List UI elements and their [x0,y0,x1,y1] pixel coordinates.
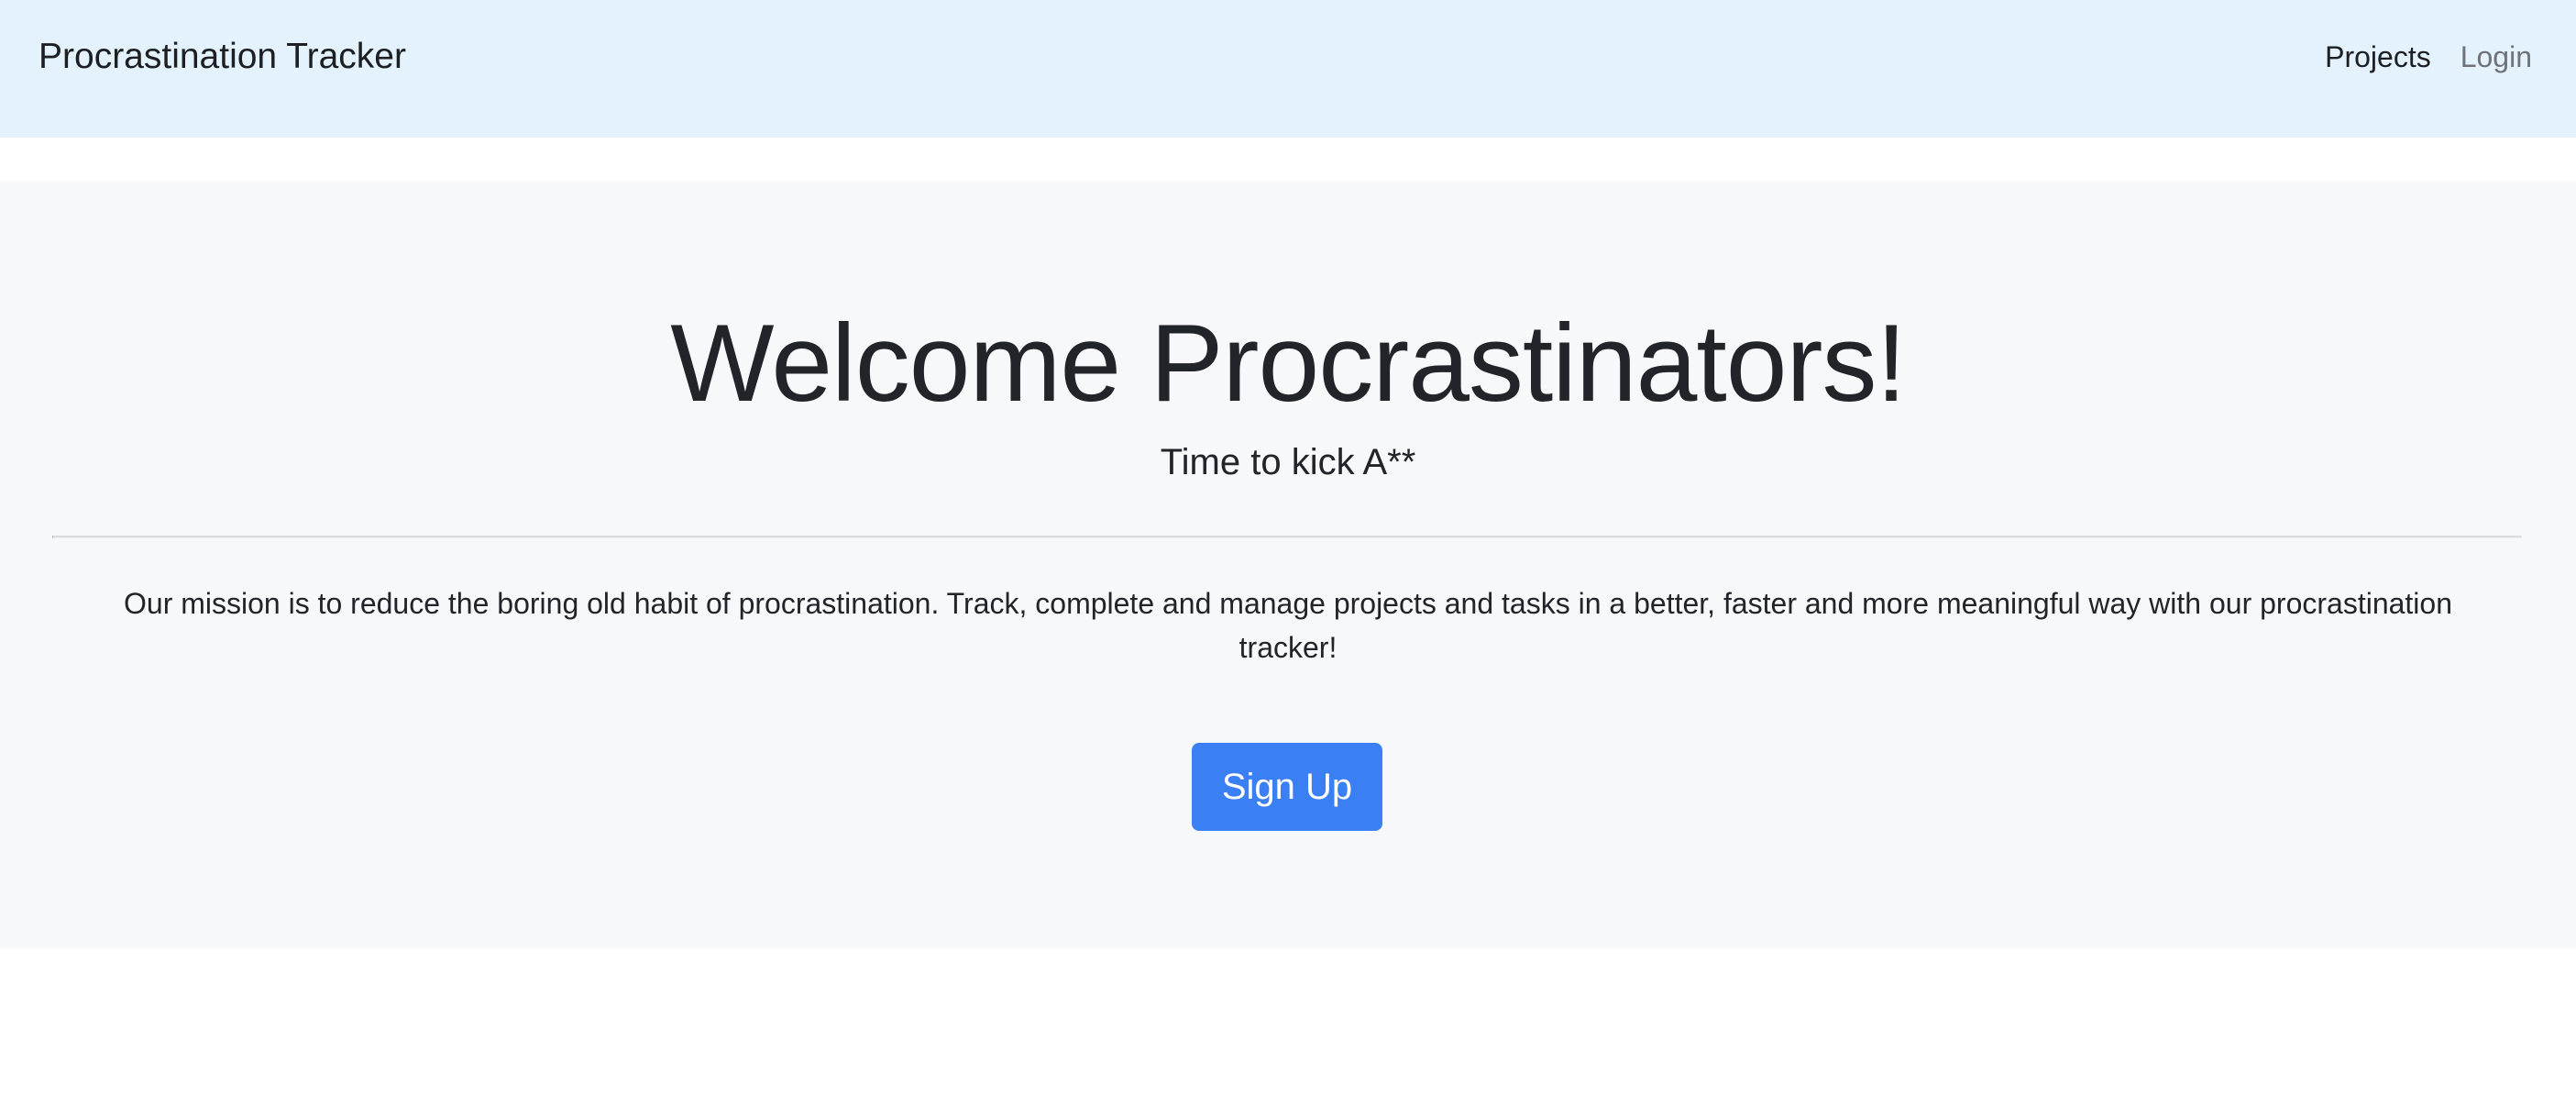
nav-link-login[interactable]: Login [2446,33,2547,81]
hero-section: Welcome Procrastinators! Time to kick A*… [0,182,2576,948]
hero-subtitle: Time to kick A** [1160,442,1416,482]
nav-links: Projects Login [2310,33,2547,81]
navbar: Procrastination Tracker Projects Login [0,0,2576,138]
sign-up-button[interactable]: Sign Up [1192,743,1382,831]
hero-title: Welcome Procrastinators! [670,302,1907,425]
brand-link[interactable]: Procrastination Tracker [39,33,406,81]
hero-divider [52,536,2522,538]
nav-link-projects[interactable]: Projects [2310,33,2446,81]
mission-text: Our mission is to reduce the boring old … [124,587,2452,664]
